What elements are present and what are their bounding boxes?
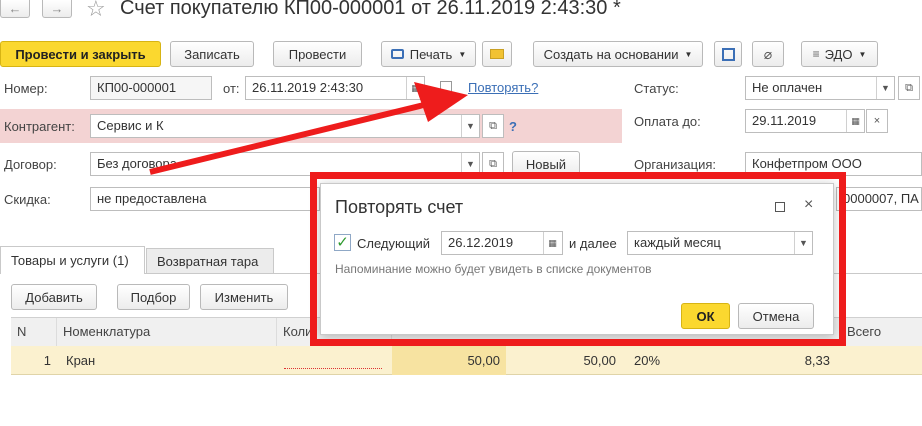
dialog-title: Повторять счет	[335, 197, 464, 217]
reminder-hint: Напоминание можно будет увидеть в списке…	[335, 262, 652, 276]
close-icon[interactable]: ×	[804, 196, 813, 214]
maximize-icon[interactable]	[775, 202, 785, 212]
cancel-button[interactable]: Отмена	[738, 303, 814, 329]
chevron-down-icon[interactable]: ▼	[794, 232, 812, 254]
period-select[interactable]: каждый месяц	[627, 231, 813, 255]
then-label: и далее	[569, 236, 617, 251]
next-date-value: 26.12.2019	[448, 235, 514, 250]
next-checkbox-label[interactable]: Следующий	[357, 236, 430, 251]
next-checkbox[interactable]: ✓	[334, 234, 351, 251]
repeat-invoice-dialog: Повторять счет × ✓ Следующий 26.12.2019 …	[320, 183, 834, 335]
period-value: каждый месяц	[634, 235, 721, 250]
arrow-to-repeat-link	[149, 82, 468, 175]
checkmark-icon: ✓	[336, 234, 349, 251]
calendar-icon[interactable]: ▦	[543, 232, 561, 254]
ok-button[interactable]: ОК	[681, 303, 730, 329]
